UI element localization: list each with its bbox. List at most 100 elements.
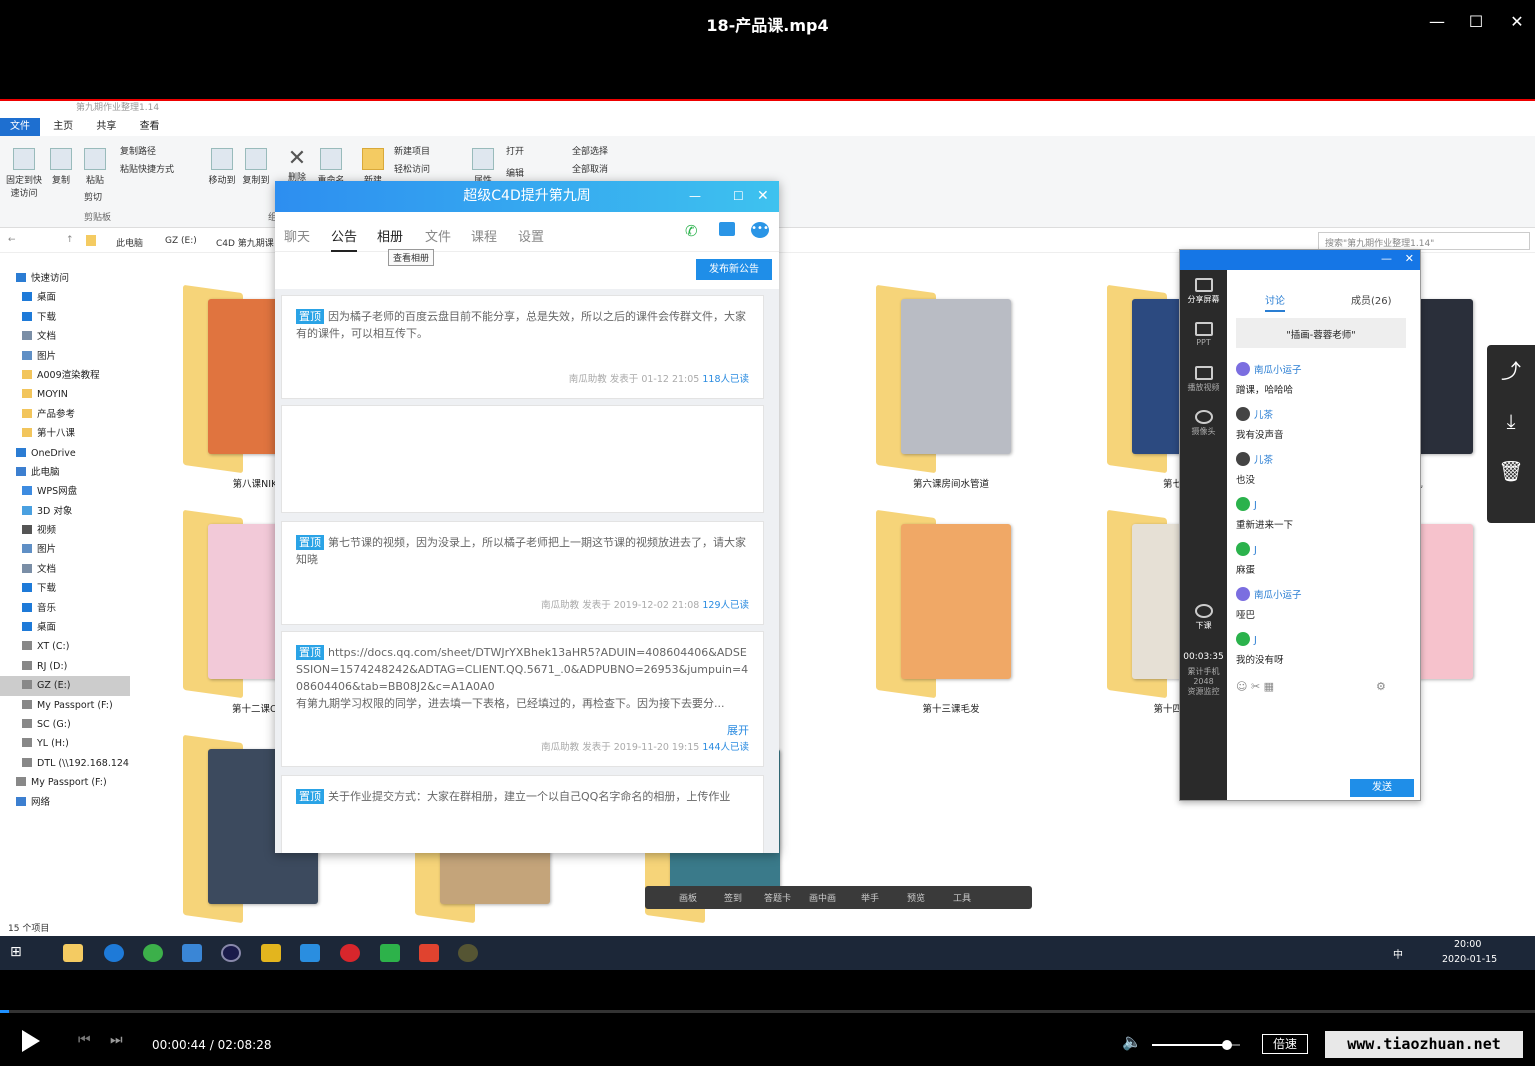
- share-screen-icon[interactable]: [719, 222, 735, 236]
- delete-button[interactable]: ✕ 删除: [284, 148, 310, 184]
- maximize-button[interactable]: ☐: [1463, 12, 1489, 31]
- volume-icon[interactable]: 🔈: [1122, 1032, 1142, 1051]
- tab-files[interactable]: 文件: [425, 226, 451, 245]
- folder-thumbnail[interactable]: 第六课房间水管道: [876, 284, 1026, 490]
- end-class-tool[interactable]: 下课: [1180, 596, 1227, 640]
- nav-item[interactable]: My Passport (F:): [0, 696, 130, 715]
- emoji-icon[interactable]: ☺ ✂ ▦: [1236, 680, 1274, 693]
- open-button[interactable]: 打开: [506, 144, 524, 157]
- nav-item[interactable]: 文档: [0, 560, 130, 579]
- minimize-button[interactable]: —: [1424, 12, 1450, 31]
- nav-item[interactable]: 3D 对象: [0, 502, 130, 521]
- tab-album[interactable]: 相册: [377, 226, 403, 245]
- chat-sender[interactable]: 儿茶: [1236, 452, 1273, 466]
- app-icon[interactable]: [419, 944, 439, 962]
- share-icon[interactable]: ⤴: [1487, 345, 1535, 395]
- settings-icon[interactable]: ⚙: [1376, 680, 1386, 693]
- nav-item[interactable]: 第十八课: [0, 424, 130, 443]
- close-icon[interactable]: ✕: [1405, 252, 1414, 265]
- select-all-button[interactable]: 全部选择: [572, 144, 608, 157]
- camera-tool[interactable]: 摄像头: [1180, 402, 1227, 446]
- share-screen-tool[interactable]: 分享屏幕: [1180, 270, 1227, 314]
- back-icon[interactable]: ←: [8, 235, 16, 245]
- play-video-tool[interactable]: 播放视频: [1180, 358, 1227, 402]
- easy-access-button[interactable]: 轻松访问: [394, 162, 430, 175]
- cut-button[interactable]: 剪切: [84, 190, 102, 203]
- chat-sender[interactable]: 南瓜小运子: [1236, 362, 1302, 376]
- browser-icon[interactable]: [143, 944, 163, 962]
- send-button[interactable]: 发送: [1350, 779, 1414, 797]
- tab-discussion[interactable]: 讨论: [1265, 292, 1285, 312]
- pin-button[interactable]: 固定到快速访问: [4, 148, 44, 199]
- volume-knob[interactable]: [1221, 1040, 1232, 1050]
- live-tool-button[interactable]: 画板: [679, 891, 697, 904]
- tab-file[interactable]: 文件: [0, 118, 40, 136]
- nav-item[interactable]: My Passport (F:): [0, 773, 130, 792]
- explorer-icon[interactable]: [63, 944, 83, 962]
- copy-path-button[interactable]: 复制路径: [120, 144, 156, 157]
- tab-notice[interactable]: 公告: [331, 226, 358, 252]
- nav-item[interactable]: RJ (D:): [0, 657, 130, 676]
- phone-icon[interactable]: ✆: [685, 222, 698, 240]
- nav-item[interactable]: 图片: [0, 347, 130, 366]
- notice-card[interactable]: 置顶 因为橘子老师的百度云盘目前不能分享，总是失效，所以之后的课件会传群文件，大家…: [281, 295, 764, 399]
- previous-icon[interactable]: ⏮: [78, 1032, 91, 1048]
- breadcrumb-pc[interactable]: 此电脑: [116, 236, 143, 249]
- video-frame[interactable]: 第九期作业整理1.14 文件 主页 共享 查看 固定到快速访问 复制 粘贴 复制…: [0, 99, 1535, 970]
- nav-item[interactable]: A009渲染教程: [0, 366, 130, 385]
- nav-item[interactable]: 桌面: [0, 618, 130, 637]
- search-input[interactable]: 搜索"第九期作业整理1.14": [1318, 232, 1530, 250]
- nav-item[interactable]: XT (C:): [0, 637, 130, 656]
- app-icon[interactable]: [182, 944, 202, 962]
- up-icon[interactable]: ↑: [66, 235, 74, 245]
- app-icon[interactable]: [380, 944, 400, 962]
- download-icon[interactable]: ⤓: [1487, 395, 1535, 445]
- nav-item[interactable]: SC (G:): [0, 715, 130, 734]
- notice-card[interactable]: 置顶 关于作业提交方式：大家在群相册，建立一个以自己QQ名字命名的相册，上传作业: [281, 775, 764, 853]
- nav-item[interactable]: DTL (\\192.168.124: [0, 754, 130, 773]
- nav-item[interactable]: MOYIN: [0, 385, 130, 404]
- edit-button[interactable]: 编辑: [506, 166, 524, 179]
- paste-shortcut-button[interactable]: 粘贴快捷方式: [120, 162, 174, 175]
- nav-item[interactable]: GZ (E:): [0, 676, 130, 696]
- chat-sender[interactable]: J: [1236, 632, 1257, 646]
- nav-item[interactable]: 文档: [0, 327, 130, 346]
- folder-thumbnail[interactable]: 第十三课毛发: [876, 509, 1026, 715]
- move-to-button[interactable]: 移动到: [206, 148, 238, 186]
- maximize-icon[interactable]: ☐: [733, 181, 744, 212]
- music-icon[interactable]: [340, 944, 360, 962]
- ime-indicator[interactable]: 中: [1393, 946, 1403, 961]
- speed-button[interactable]: 倍速: [1262, 1034, 1308, 1054]
- next-icon[interactable]: ⏭: [110, 1032, 123, 1048]
- nav-item[interactable]: 产品参考: [0, 405, 130, 424]
- new-item-button[interactable]: 新建项目: [394, 144, 430, 157]
- volume-slider[interactable]: [1152, 1040, 1240, 1050]
- nav-item[interactable]: 下载: [0, 579, 130, 598]
- c4d-icon[interactable]: [221, 944, 241, 962]
- nav-item[interactable]: 网络: [0, 793, 130, 812]
- breadcrumb-folder[interactable]: C4D 第九期课: [216, 236, 274, 249]
- close-icon[interactable]: ✕: [757, 181, 769, 212]
- live-tool-button[interactable]: 画中画: [809, 891, 836, 904]
- nav-item[interactable]: OneDrive: [0, 444, 130, 463]
- chat-sender[interactable]: 南瓜小运子: [1236, 587, 1302, 601]
- play-icon[interactable]: [22, 1030, 40, 1052]
- edge-icon[interactable]: [104, 944, 124, 962]
- tab-chat[interactable]: 聊天: [284, 226, 310, 245]
- app-icon[interactable]: [261, 944, 281, 962]
- notice-card[interactable]: 置顶 第七节课的视频，因为没录上，所以橘子老师把上一期这节课的视频放进去了，请大家…: [281, 521, 764, 625]
- live-tool-button[interactable]: 签到: [724, 891, 742, 904]
- nav-item[interactable]: 快速访问: [0, 269, 130, 288]
- tab-settings[interactable]: 设置: [518, 226, 544, 245]
- copy-button[interactable]: 复制: [48, 148, 74, 186]
- nav-item[interactable]: 视频: [0, 521, 130, 540]
- live-tool-button[interactable]: 工具: [953, 891, 971, 904]
- minimize-icon[interactable]: —: [689, 181, 701, 212]
- app-icon[interactable]: [300, 944, 320, 962]
- select-none-button[interactable]: 全部取消: [572, 162, 608, 175]
- close-button[interactable]: ✕: [1504, 12, 1530, 31]
- nav-item[interactable]: 音乐: [0, 599, 130, 618]
- nav-item[interactable]: 下载: [0, 308, 130, 327]
- app-icon[interactable]: [458, 944, 478, 962]
- nav-item[interactable]: 桌面: [0, 288, 130, 307]
